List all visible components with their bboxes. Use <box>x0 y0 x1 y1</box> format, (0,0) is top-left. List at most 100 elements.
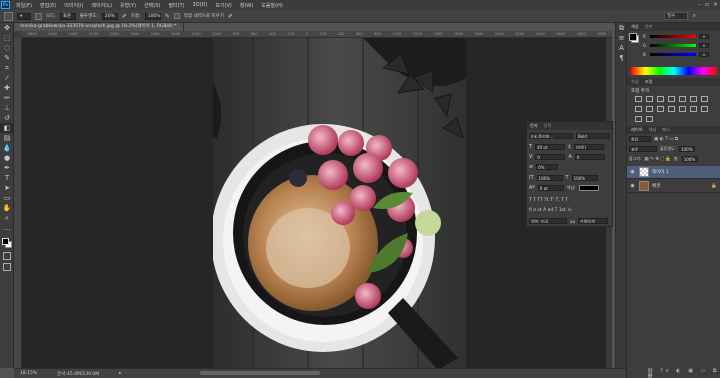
brush-size-picker[interactable]: ▾ <box>17 12 31 20</box>
vertical-scale-field[interactable]: 100% <box>536 175 563 181</box>
status-arrow-icon[interactable]: ▸ <box>119 371 121 376</box>
eraser-tool-preset-icon[interactable] <box>4 11 13 21</box>
r-slider[interactable] <box>650 35 696 38</box>
menu-type[interactable]: 유형(Y) <box>116 2 140 9</box>
airbrush-icon[interactable]: ✎ <box>165 13 170 20</box>
document-tab[interactable]: monika-grabkowska-323578-unsplash.jpg @ … <box>14 23 184 31</box>
horizontal-ruler[interactable]: 2800 2600 2400 2200 2000 1800 1600 1400 1200 1000… <box>22 31 612 38</box>
tab-properties[interactable]: 속성 <box>631 79 639 85</box>
workspace-select[interactable]: 필수 <box>664 12 688 20</box>
font-style-select[interactable]: Bold <box>576 133 610 139</box>
shape-tool-icon[interactable]: ▭ <box>0 193 14 203</box>
language-select[interactable]: 영어: 미국 <box>529 218 567 224</box>
menu-window[interactable]: 창(W) <box>236 2 257 9</box>
screen-mode-icon[interactable] <box>3 263 11 271</box>
eraser-tool-icon[interactable]: ◧ <box>0 123 14 133</box>
layer-actions-bar[interactable]: ⛓ fx ◐ ▣ ▭ ⧉ 🗑 <box>647 368 720 378</box>
dodge-tool-icon[interactable]: ● <box>0 153 14 163</box>
brush-panel-icon[interactable] <box>35 12 42 20</box>
more-tools-icon[interactable]: … <box>0 223 14 233</box>
clone-stamp-tool-icon[interactable]: ⊥ <box>0 103 14 113</box>
tab-paragraph[interactable]: 단락 <box>544 123 552 129</box>
tab-adjustments[interactable]: 조정 <box>645 79 653 85</box>
close-icon[interactable]: ✕ <box>713 1 718 8</box>
menu-edit[interactable]: 편집(E) <box>36 2 60 9</box>
text-color-swatch[interactable] <box>578 185 599 191</box>
menu-3d[interactable]: 3D(D) <box>189 2 212 8</box>
visibility-eye-icon[interactable]: ◉ <box>629 183 636 189</box>
healing-brush-tool-icon[interactable]: ✚ <box>0 83 14 93</box>
font-family-select[interactable]: Ink 플리퍼... <box>529 133 573 139</box>
layer-filter-select[interactable]: 종류 <box>629 136 651 142</box>
selective-color-icon[interactable] <box>635 116 642 122</box>
lock-icons[interactable]: ▦ ✎ ✥ ⛶ 🔒 <box>644 156 670 162</box>
color-lookup-icon[interactable] <box>668 106 675 112</box>
g-value[interactable]: 0 <box>699 43 709 48</box>
flow-field[interactable]: 100% <box>144 12 161 20</box>
maximize-icon[interactable]: ▫ <box>705 1 709 8</box>
black-white-icon[interactable] <box>635 106 642 112</box>
pressure-opacity-icon[interactable]: ✐ <box>122 13 127 20</box>
levels-icon[interactable] <box>646 96 653 102</box>
mode-select[interactable]: 표준 <box>59 12 76 20</box>
faux-bold-icon[interactable]: T T TT Tt T' T, T T <box>529 198 568 203</box>
channel-mixer-icon[interactable] <box>657 106 664 112</box>
layer-row-2[interactable]: ◉ 배경 🔒 <box>627 180 720 193</box>
zoom-readout[interactable]: 18.15% <box>20 371 37 376</box>
opacity-field[interactable]: 20% <box>101 12 118 20</box>
hand-tool-icon[interactable]: ✋ <box>0 203 14 213</box>
menu-select[interactable]: 선택(S) <box>140 2 164 9</box>
curves-icon[interactable] <box>657 96 664 102</box>
tab-swatches[interactable]: 견본 <box>645 24 653 30</box>
horizontal-scrollbar[interactable] <box>200 371 320 375</box>
blur-tool-icon[interactable]: 💧 <box>0 143 14 153</box>
vertical-ruler[interactable] <box>14 31 22 368</box>
leading-field[interactable]: (자동) <box>573 144 604 150</box>
threshold-icon[interactable] <box>701 106 708 112</box>
menu-filter[interactable]: 필터(T) <box>164 2 188 9</box>
color-balance-icon[interactable] <box>701 96 708 102</box>
tab-channels[interactable]: 채널 <box>649 127 657 133</box>
document-image[interactable] <box>213 38 466 370</box>
menu-view[interactable]: 보기(V) <box>211 2 236 9</box>
baseline-field[interactable]: 0 pt <box>537 185 564 191</box>
foreground-color-swatch[interactable] <box>2 238 9 245</box>
tab-layers[interactable]: 레이어 <box>631 127 643 133</box>
proportional-spacing-field[interactable]: 0% <box>536 164 559 170</box>
posterize-icon[interactable] <box>690 106 697 112</box>
tab-paths[interactable]: 패스 <box>662 127 670 133</box>
zoom-tool-icon[interactable]: ⌕ <box>0 213 14 223</box>
marquee-tool-icon[interactable]: ⬚ <box>0 33 14 43</box>
b-value[interactable]: 0 <box>699 52 709 57</box>
pressure-size-icon[interactable]: ✐ <box>228 13 233 20</box>
menu-help[interactable]: 도움말(H) <box>257 2 286 9</box>
color-spectrum-bar[interactable] <box>631 67 717 75</box>
opentype-icons[interactable]: fi σ st A ad T 1st ½ <box>529 208 572 213</box>
font-size-field[interactable]: 40 pt <box>535 144 566 150</box>
search-icon[interactable]: ⌕ <box>693 12 696 20</box>
kerning-field[interactable]: 0 <box>535 154 566 160</box>
crop-tool-icon[interactable]: ⌗ <box>0 63 14 73</box>
menu-layer[interactable]: 레이어(L) <box>87 2 116 9</box>
blend-mode-select[interactable]: 표준 <box>629 146 657 152</box>
photo-filter-icon[interactable] <box>646 106 653 112</box>
antialias-select[interactable]: 선명하게 <box>577 218 608 224</box>
b-slider[interactable] <box>650 53 696 56</box>
exposure-icon[interactable] <box>668 96 675 102</box>
hue-saturation-icon[interactable] <box>690 96 697 102</box>
gradient-map-icon[interactable] <box>646 116 653 122</box>
horizontal-scale-field[interactable]: 100% <box>571 175 598 181</box>
vibrance-icon[interactable] <box>679 96 686 102</box>
tab-character[interactable]: 문자 <box>530 123 538 129</box>
tab-color[interactable]: 색상 <box>631 24 639 30</box>
menu-file[interactable]: 파일(F) <box>12 2 36 9</box>
layer-row-1[interactable]: ◉ 레이어 1 <box>627 166 720 179</box>
color-fg-swatch[interactable] <box>629 33 637 41</box>
layer-opacity-field[interactable]: 100% <box>679 146 696 152</box>
tracking-field[interactable]: 0 <box>574 154 605 160</box>
fill-field[interactable]: 100% <box>681 156 698 162</box>
lasso-tool-icon[interactable]: ◌ <box>0 43 14 53</box>
quick-select-tool-icon[interactable]: ✎ <box>0 53 14 63</box>
move-tool-icon[interactable]: ✥ <box>0 23 14 33</box>
minimize-icon[interactable]: – <box>698 1 701 8</box>
